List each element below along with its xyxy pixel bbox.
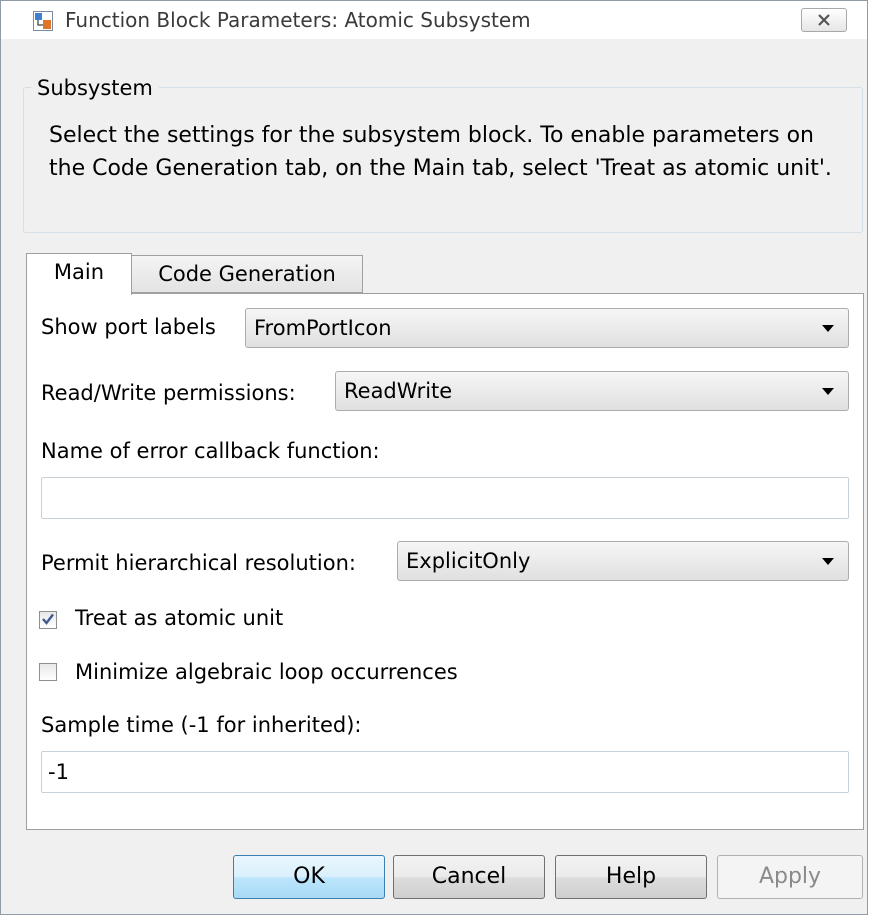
read-write-permissions-value: ReadWrite	[344, 379, 453, 403]
check-mark-icon	[41, 611, 55, 630]
help-button[interactable]: Help	[555, 855, 707, 899]
apply-button[interactable]: Apply	[717, 855, 863, 899]
error-callback-label: Name of error callback function:	[41, 439, 380, 463]
tab-main[interactable]: Main	[26, 253, 132, 295]
sample-time-label: Sample time (-1 for inherited):	[41, 713, 362, 737]
chevron-down-icon	[822, 558, 834, 565]
hierarchical-resolution-label: Permit hierarchical resolution:	[41, 551, 356, 575]
ok-button[interactable]: OK	[233, 855, 385, 899]
read-write-permissions-select[interactable]: ReadWrite	[335, 371, 849, 411]
simulink-block-icon	[33, 11, 53, 31]
dialog-window: Function Block Parameters: Atomic Subsys…	[0, 0, 868, 915]
show-port-labels-label: Show port labels	[41, 315, 216, 339]
hierarchical-resolution-value: ExplicitOnly	[406, 549, 531, 573]
show-port-labels-select[interactable]: FromPortIcon	[245, 308, 849, 348]
read-write-permissions-label: Read/Write permissions:	[41, 381, 296, 405]
cancel-button[interactable]: Cancel	[393, 855, 545, 899]
close-icon	[817, 11, 831, 30]
sample-time-input[interactable]	[41, 751, 849, 793]
chevron-down-icon	[822, 325, 834, 332]
title-bar[interactable]: Function Block Parameters: Atomic Subsys…	[1, 1, 867, 39]
chevron-down-icon	[822, 388, 834, 395]
minimize-loops-label[interactable]: Minimize algebraic loop occurrences	[75, 660, 458, 684]
close-button[interactable]	[801, 8, 847, 32]
subsystem-group-legend: Subsystem	[31, 75, 159, 101]
error-callback-input[interactable]	[41, 477, 849, 519]
hierarchical-resolution-select[interactable]: ExplicitOnly	[397, 541, 849, 581]
tab-code-generation[interactable]: Code Generation	[131, 255, 363, 293]
subsystem-description: Select the settings for the subsystem bl…	[49, 123, 832, 181]
minimize-loops-checkbox[interactable]	[39, 663, 57, 681]
treat-as-atomic-label[interactable]: Treat as atomic unit	[75, 606, 283, 630]
treat-as-atomic-checkbox[interactable]	[39, 611, 57, 629]
show-port-labels-value: FromPortIcon	[254, 316, 392, 340]
window-title: Function Block Parameters: Atomic Subsys…	[65, 8, 531, 32]
